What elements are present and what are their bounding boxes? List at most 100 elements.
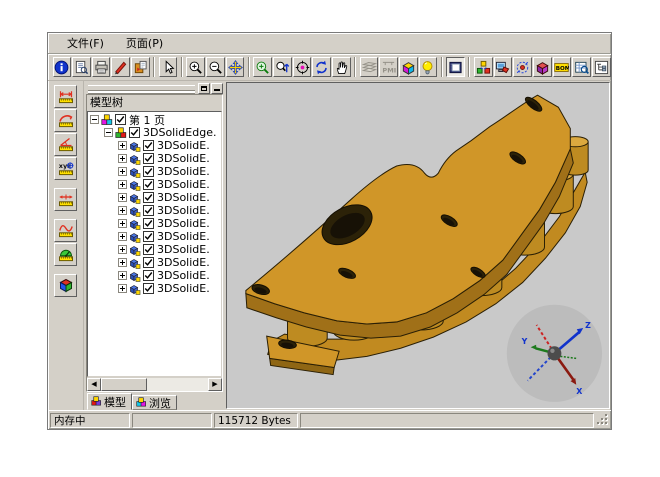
scroll-left-button[interactable]: ◀ xyxy=(87,378,101,391)
viewport-3d[interactable]: ZXY xyxy=(226,82,610,409)
workstation-button[interactable] xyxy=(494,57,513,77)
expand-icon[interactable] xyxy=(118,141,127,150)
expand-icon[interactable] xyxy=(118,245,127,254)
measure-curve-button[interactable] xyxy=(54,219,77,242)
tab-browse[interactable]: 浏览 xyxy=(132,395,177,410)
tree-node-label[interactable]: 3DSolidE. xyxy=(157,204,210,217)
tree-node-label[interactable]: 3DSolidE. xyxy=(157,230,210,243)
pan-hand-button[interactable] xyxy=(332,57,351,77)
visibility-checkbox[interactable] xyxy=(143,270,154,281)
measure-volume-button[interactable] xyxy=(54,274,77,297)
resize-grip-icon[interactable] xyxy=(596,413,609,428)
about-button[interactable] xyxy=(53,57,72,77)
gripper-lines-icon xyxy=(88,85,195,91)
visibility-checkbox[interactable] xyxy=(143,218,154,229)
panel-gripper[interactable] xyxy=(86,82,223,94)
expand-icon[interactable] xyxy=(118,258,127,267)
visibility-checkbox[interactable] xyxy=(143,257,154,268)
3d-model-canvas[interactable]: ZXY xyxy=(227,83,609,408)
panel-hide-button[interactable] xyxy=(211,83,223,94)
measure-length-button[interactable] xyxy=(54,188,77,211)
print-button[interactable] xyxy=(92,57,111,77)
expand-icon[interactable] xyxy=(118,284,127,293)
tree-row: 3DSolidE. xyxy=(88,191,221,204)
model-tree-toggle-button[interactable] xyxy=(446,57,465,77)
visibility-checkbox[interactable] xyxy=(143,153,154,164)
part-icon xyxy=(129,140,141,152)
visibility-checkbox[interactable] xyxy=(143,283,154,294)
measure-distance-button[interactable] xyxy=(54,85,77,108)
bom-button[interactable]: BOM xyxy=(553,57,572,77)
visibility-checkbox[interactable] xyxy=(115,114,126,125)
zoom-in-button[interactable] xyxy=(186,57,205,77)
pmi-button[interactable]: PMI xyxy=(379,57,398,77)
visibility-checkbox[interactable] xyxy=(143,231,154,242)
measure-coordinate-button[interactable]: xyz xyxy=(54,157,77,180)
tree-node-label[interactable]: 3DSolidE. xyxy=(157,165,210,178)
scroll-right-button[interactable]: ▶ xyxy=(208,378,222,391)
export-button[interactable] xyxy=(131,57,150,77)
visibility-checkbox[interactable] xyxy=(129,127,140,138)
bom-icon: BOM xyxy=(554,60,569,75)
collapse-icon[interactable] xyxy=(104,128,113,137)
tree-node-label[interactable]: 3DSolidE. xyxy=(157,152,210,165)
visibility-checkbox[interactable] xyxy=(143,205,154,216)
tab-browse-icon xyxy=(136,397,147,408)
lighting-button[interactable] xyxy=(419,57,438,77)
model-tree-panel: 模型树 第 1 页3DSolidEdge.3DSolidE.3DSolidE.3… xyxy=(84,81,225,410)
tree-node-label[interactable]: 3DSolidE. xyxy=(157,256,210,269)
layers-button[interactable] xyxy=(360,57,379,77)
assembly-button[interactable] xyxy=(474,57,493,77)
annotate-button[interactable] xyxy=(111,57,130,77)
expand-icon[interactable] xyxy=(118,180,127,189)
menu-item-0[interactable]: 文件(F) xyxy=(58,33,113,53)
select-button[interactable] xyxy=(159,57,178,77)
tree-node-label[interactable]: 3DSolidE. xyxy=(157,191,210,204)
visibility-checkbox[interactable] xyxy=(143,192,154,203)
rotate-button[interactable] xyxy=(312,57,331,77)
measure-angle-button[interactable] xyxy=(54,133,77,156)
zoom-dynamic-button[interactable] xyxy=(253,57,272,77)
expand-icon[interactable] xyxy=(118,154,127,163)
expand-icon[interactable] xyxy=(118,206,127,215)
tree-horizontal-scrollbar[interactable]: ◀ ▶ xyxy=(87,377,222,391)
zoom-out-button[interactable] xyxy=(206,57,225,77)
expand-icon[interactable] xyxy=(118,167,127,176)
visibility-checkbox[interactable] xyxy=(143,179,154,190)
tree-node-label[interactable]: 3DSolidE. xyxy=(157,139,210,152)
tree-node-label[interactable]: 3DSolidE. xyxy=(157,243,210,256)
menu-item-1[interactable]: 页面(P) xyxy=(117,33,172,53)
tree-node-label[interactable]: 3DSolidEdge. xyxy=(143,126,216,139)
visibility-checkbox[interactable] xyxy=(143,244,154,255)
rotate-target-button[interactable] xyxy=(293,57,312,77)
expand-icon[interactable] xyxy=(118,219,127,228)
expand-icon[interactable] xyxy=(118,232,127,241)
visibility-checkbox[interactable] xyxy=(143,166,154,177)
tab-model[interactable]: 模型 xyxy=(87,393,132,410)
collapse-icon[interactable] xyxy=(90,115,99,124)
svg-text:Y: Y xyxy=(521,337,528,346)
measure-gauge-button[interactable] xyxy=(54,243,77,266)
measure-radius-button[interactable] xyxy=(54,109,77,132)
panel-maximize-button[interactable] xyxy=(198,83,210,94)
scroll-thumb[interactable] xyxy=(101,378,147,391)
views-button[interactable] xyxy=(399,57,418,77)
print-preview-button[interactable] xyxy=(72,57,91,77)
tree-node-label[interactable]: 3DSolidE. xyxy=(157,217,210,230)
rotate-center-button[interactable] xyxy=(513,57,532,77)
part-icon xyxy=(129,257,141,269)
pan-move-button[interactable] xyxy=(226,57,245,77)
check-icon xyxy=(144,284,153,293)
visibility-checkbox[interactable] xyxy=(143,140,154,151)
tree-node-label[interactable]: 3DSolidE. xyxy=(157,178,210,191)
structure-list-button[interactable] xyxy=(592,57,611,77)
expand-icon[interactable] xyxy=(118,193,127,202)
zoom-window-button[interactable] xyxy=(273,57,292,77)
solid-part-button[interactable] xyxy=(533,57,552,77)
tree-node-label[interactable]: 3DSolidE. xyxy=(157,282,210,295)
expand-icon[interactable] xyxy=(118,271,127,280)
table-view-button[interactable] xyxy=(572,57,591,77)
status-bar: 内存中115712 Bytes xyxy=(48,410,611,429)
check-icon xyxy=(144,141,153,150)
tree-node-label[interactable]: 3DSolidE. xyxy=(157,269,210,282)
